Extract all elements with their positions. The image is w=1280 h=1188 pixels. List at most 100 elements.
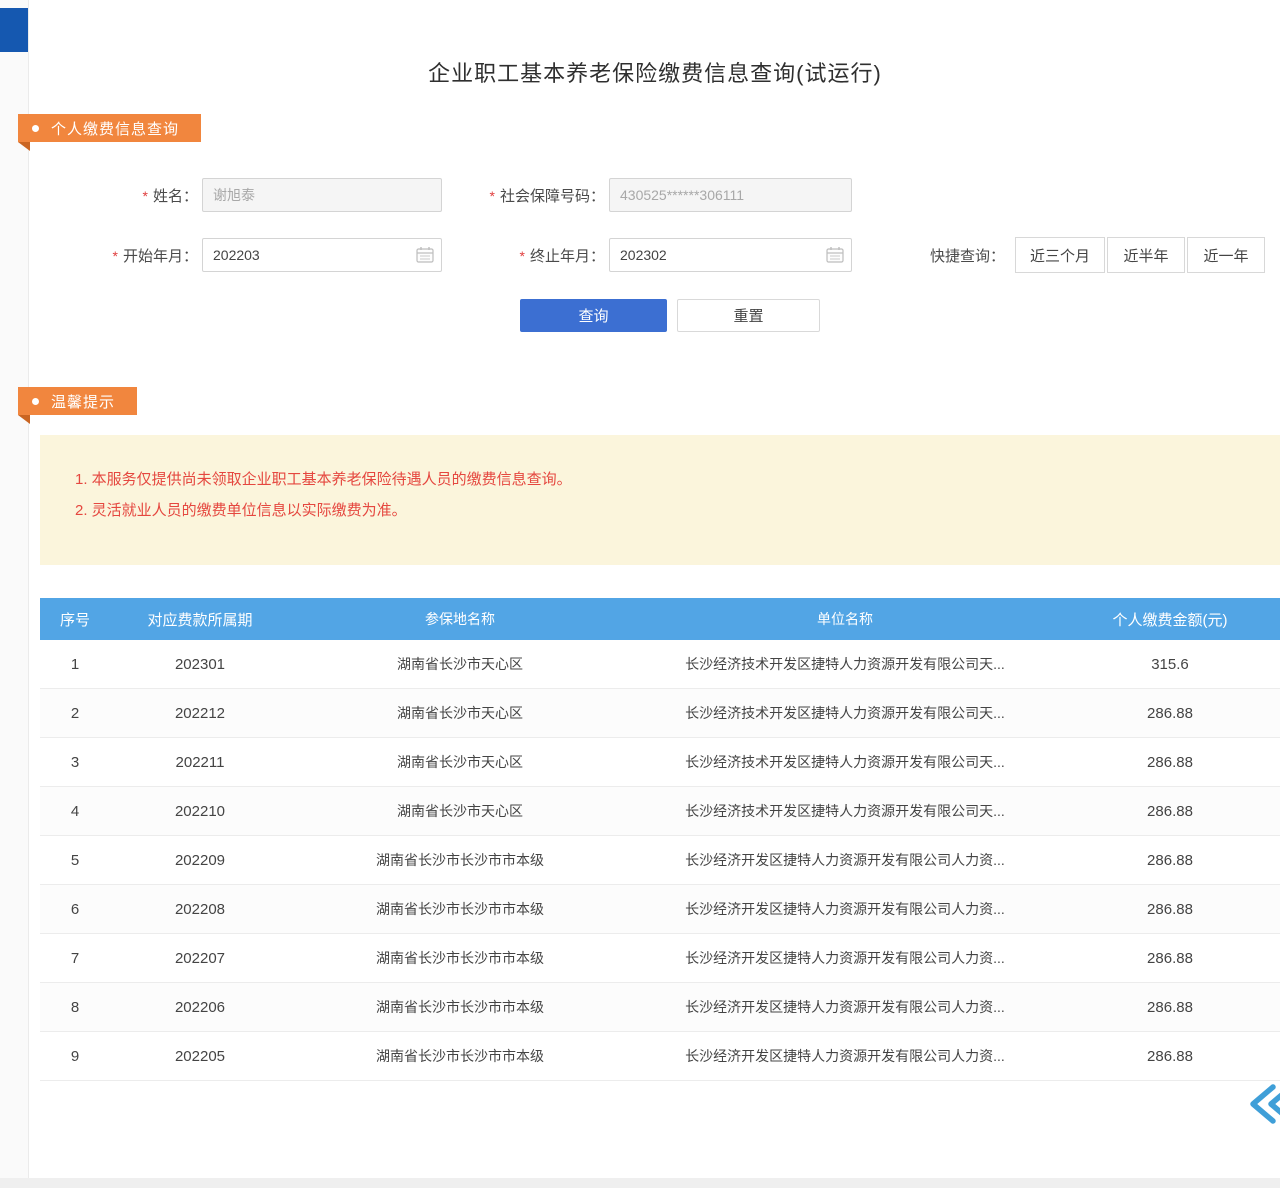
name-field-group: *姓名：: [60, 178, 442, 212]
bullet-dot-icon: [32, 125, 39, 132]
table-cell: 长沙经济开发区捷特人力资源开发有限公司人力资...: [630, 850, 1060, 870]
table-cell: 8: [40, 999, 110, 1016]
bullet-dot-icon: [32, 398, 39, 405]
left-gutter: [0, 0, 29, 1188]
footer-strip: [0, 1178, 1280, 1188]
notice-line: 2. 灵活就业人员的缴费单位信息以实际缴费为准。: [75, 498, 1260, 523]
table-body: 1202301湖南省长沙市天心区长沙经济技术开发区捷特人力资源开发有限公司天..…: [40, 640, 1280, 1081]
table-cell: 湖南省长沙市长沙市市本级: [290, 850, 630, 870]
table-cell: 202206: [110, 999, 290, 1016]
required-asterisk: *: [520, 248, 525, 264]
sidebar-blue-block: [0, 8, 28, 52]
end-month-input[interactable]: [609, 238, 852, 272]
table-row: 4202210湖南省长沙市天心区长沙经济技术开发区捷特人力资源开发有限公司天..…: [40, 787, 1280, 836]
table-cell: 286.88: [1060, 754, 1280, 771]
col-header-place: 参保地名称: [290, 609, 630, 629]
ssn-label: *社会保障号码：: [450, 185, 605, 206]
query-button[interactable]: 查询: [520, 299, 667, 332]
table-cell: 7: [40, 950, 110, 967]
table-cell: 4: [40, 803, 110, 820]
table-cell: 3: [40, 754, 110, 771]
end-month-group: *终止年月：: [450, 238, 852, 272]
table-row: 7202207湖南省长沙市长沙市市本级长沙经济开发区捷特人力资源开发有限公司人力…: [40, 934, 1280, 983]
table-cell: 长沙经济技术开发区捷特人力资源开发有限公司天...: [630, 703, 1060, 723]
payment-table: 序号 对应费款所属期 参保地名称 单位名称 个人缴费金额(元) 1202301湖…: [40, 598, 1280, 1081]
table-cell: 湖南省长沙市长沙市市本级: [290, 997, 630, 1017]
section-badge-query-label: 个人缴费信息查询: [51, 118, 179, 139]
ribbon-fold: [18, 142, 30, 151]
table-row: 2202212湖南省长沙市天心区长沙经济技术开发区捷特人力资源开发有限公司天..…: [40, 689, 1280, 738]
col-header-period: 对应费款所属期: [110, 609, 290, 630]
col-header-company: 单位名称: [630, 609, 1060, 629]
table-cell: 286.88: [1060, 852, 1280, 869]
table-cell: 湖南省长沙市天心区: [290, 654, 630, 674]
table-cell: 长沙经济开发区捷特人力资源开发有限公司人力资...: [630, 948, 1060, 968]
col-header-amount: 个人缴费金额(元): [1060, 609, 1280, 630]
table-cell: 286.88: [1060, 901, 1280, 918]
quick-btn-halfyear[interactable]: 近半年: [1107, 237, 1185, 273]
table-row: 6202208湖南省长沙市长沙市市本级长沙经济开发区捷特人力资源开发有限公司人力…: [40, 885, 1280, 934]
table-cell: 286.88: [1060, 705, 1280, 722]
end-month-label: *终止年月：: [450, 245, 605, 266]
table-cell: 湖南省长沙市长沙市市本级: [290, 1046, 630, 1066]
pension-query-page: 企业职工基本养老保险缴费信息查询(试运行) 个人缴费信息查询 *姓名： *社会保…: [0, 0, 1280, 1188]
table-cell: 湖南省长沙市天心区: [290, 801, 630, 821]
table-cell: 286.88: [1060, 950, 1280, 967]
collapse-chevrons-icon[interactable]: [1246, 1082, 1280, 1126]
ribbon-fold: [18, 415, 30, 424]
ssn-input: [609, 178, 852, 212]
table-cell: 长沙经济技术开发区捷特人力资源开发有限公司天...: [630, 801, 1060, 821]
table-header-row: 序号 对应费款所属期 参保地名称 单位名称 个人缴费金额(元): [40, 598, 1280, 640]
name-label: *姓名：: [60, 185, 198, 206]
notice-box: 1. 本服务仅提供尚未领取企业职工基本养老保险待遇人员的缴费信息查询。 2. 灵…: [40, 435, 1280, 565]
page-title: 企业职工基本养老保险缴费信息查询(试运行): [30, 56, 1280, 88]
table-row: 5202209湖南省长沙市长沙市市本级长沙经济开发区捷特人力资源开发有限公司人力…: [40, 836, 1280, 885]
required-asterisk: *: [113, 248, 118, 264]
start-month-input[interactable]: [202, 238, 442, 272]
required-asterisk: *: [143, 188, 148, 204]
table-cell: 202301: [110, 656, 290, 673]
table-cell: 202208: [110, 901, 290, 918]
table-row: 9202205湖南省长沙市长沙市市本级长沙经济开发区捷特人力资源开发有限公司人力…: [40, 1032, 1280, 1081]
table-cell: 长沙经济技术开发区捷特人力资源开发有限公司天...: [630, 654, 1060, 674]
table-cell: 湖南省长沙市天心区: [290, 752, 630, 772]
table-cell: 202205: [110, 1048, 290, 1065]
table-cell: 202210: [110, 803, 290, 820]
table-cell: 湖南省长沙市天心区: [290, 703, 630, 723]
table-cell: 202211: [110, 754, 290, 771]
table-cell: 长沙经济技术开发区捷特人力资源开发有限公司天...: [630, 752, 1060, 772]
name-input: [202, 178, 442, 212]
reset-button[interactable]: 重置: [677, 299, 820, 332]
table-cell: 202209: [110, 852, 290, 869]
quick-query-label: 快捷查询：: [930, 245, 1005, 266]
section-badge-tips: 温馨提示: [18, 387, 137, 415]
quick-btn-3months[interactable]: 近三个月: [1015, 237, 1105, 273]
table-cell: 湖南省长沙市长沙市市本级: [290, 899, 630, 919]
table-cell: 6: [40, 901, 110, 918]
table-cell: 5: [40, 852, 110, 869]
section-badge-tips-label: 温馨提示: [51, 391, 115, 412]
table-cell: 315.6: [1060, 656, 1280, 673]
quick-btn-oneyear[interactable]: 近一年: [1187, 237, 1265, 273]
section-badge-query: 个人缴费信息查询: [18, 114, 201, 142]
table-cell: 286.88: [1060, 999, 1280, 1016]
table-cell: 286.88: [1060, 803, 1280, 820]
table-row: 3202211湖南省长沙市天心区长沙经济技术开发区捷特人力资源开发有限公司天..…: [40, 738, 1280, 787]
col-header-index: 序号: [40, 609, 110, 630]
notice-line: 1. 本服务仅提供尚未领取企业职工基本养老保险待遇人员的缴费信息查询。: [75, 467, 1260, 492]
table-row: 1202301湖南省长沙市天心区长沙经济技术开发区捷特人力资源开发有限公司天..…: [40, 640, 1280, 689]
start-month-label: *开始年月：: [60, 245, 198, 266]
required-asterisk: *: [490, 188, 495, 204]
ssn-field-group: *社会保障号码：: [450, 178, 852, 212]
table-cell: 2: [40, 705, 110, 722]
start-month-group: *开始年月：: [60, 238, 442, 272]
table-cell: 湖南省长沙市长沙市市本级: [290, 948, 630, 968]
table-cell: 202212: [110, 705, 290, 722]
table-row: 8202206湖南省长沙市长沙市市本级长沙经济开发区捷特人力资源开发有限公司人力…: [40, 983, 1280, 1032]
table-cell: 202207: [110, 950, 290, 967]
table-cell: 长沙经济开发区捷特人力资源开发有限公司人力资...: [630, 899, 1060, 919]
calendar-icon[interactable]: [416, 246, 434, 263]
calendar-icon[interactable]: [826, 246, 844, 263]
table-cell: 1: [40, 656, 110, 673]
quick-query-group: 快捷查询： 近三个月 近半年 近一年: [930, 237, 1265, 273]
